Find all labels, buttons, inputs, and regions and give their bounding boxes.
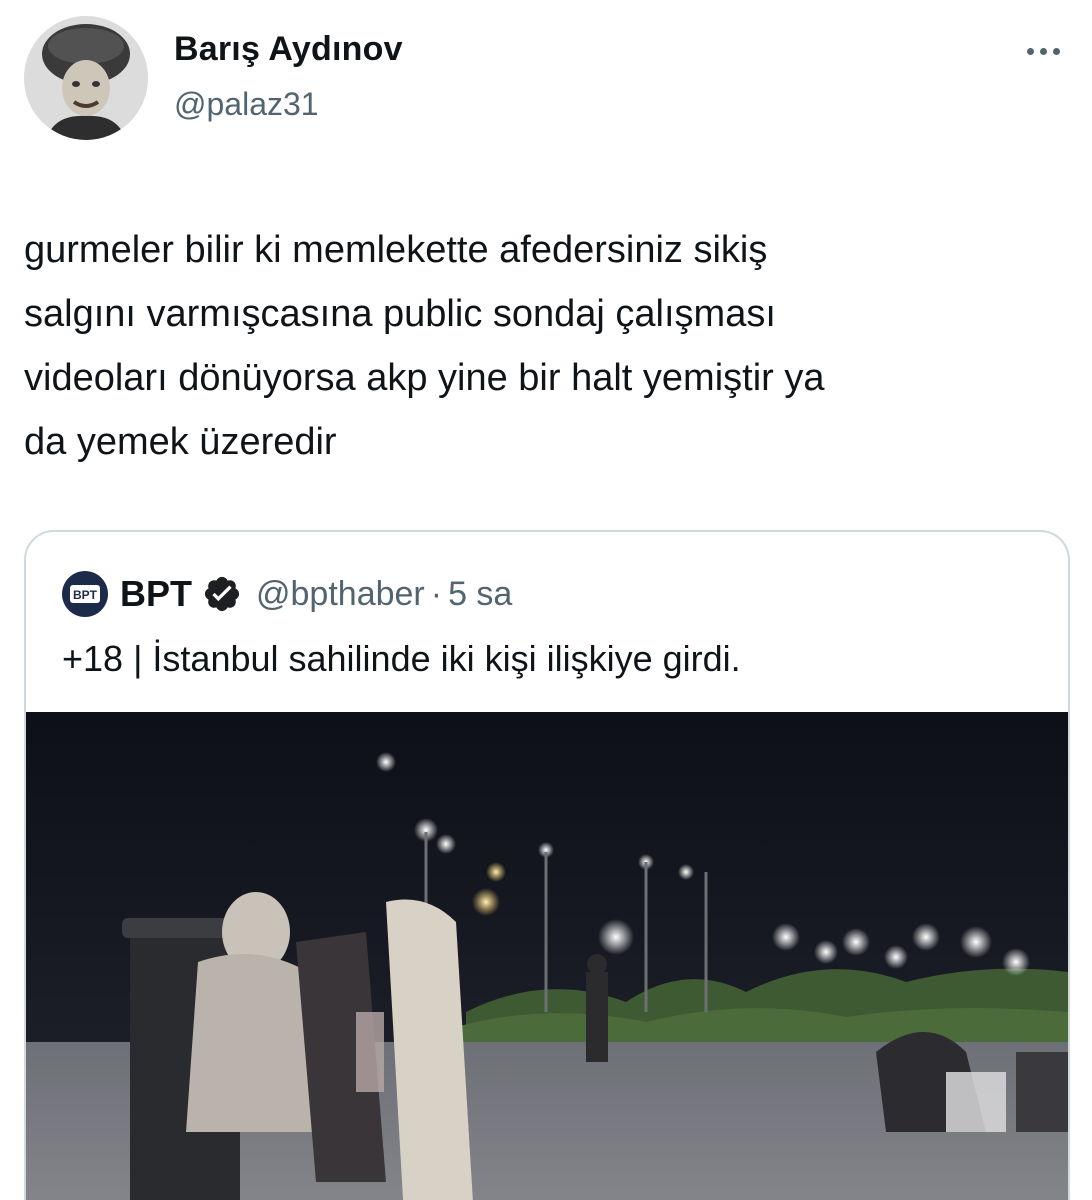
- bpt-logo-icon[interactable]: BPT: [62, 571, 108, 617]
- tweet-screenshot: Barış Aydınov @palaz31 gurmeler bilir ki…: [0, 0, 1092, 1200]
- separator-dot: ·: [430, 574, 443, 613]
- avatar-photo: [24, 16, 148, 140]
- tweet-text: gurmeler bilir ki memlekette afedersiniz…: [24, 229, 825, 463]
- quoted-tweet-text: +18 | İstanbul sahilinde iki kişi ilişki…: [62, 638, 741, 679]
- quoted-author-handle[interactable]: @bpthaber: [256, 575, 425, 614]
- author-avatar[interactable]: [24, 16, 148, 140]
- more-dot: [1026, 47, 1034, 55]
- quoted-author-name[interactable]: BPT: [120, 573, 192, 615]
- more-options-icon[interactable]: [1016, 36, 1070, 66]
- bpt-logo-text: BPT: [73, 588, 98, 602]
- quoted-tweet-header: BPT BPT @bpthaber · 5 sa: [62, 571, 512, 617]
- quoted-timestamp[interactable]: 5 sa: [448, 575, 512, 614]
- author-display-name[interactable]: Barış Aydınov: [174, 30, 403, 69]
- video-thumbnail[interactable]: [26, 712, 1068, 1200]
- more-dot: [1039, 47, 1047, 55]
- more-dot: [1052, 47, 1060, 55]
- author-handle[interactable]: @palaz31: [174, 86, 319, 123]
- night-beach-scene: [26, 712, 1068, 1200]
- verified-badge-icon: [202, 574, 242, 614]
- quoted-tweet[interactable]: BPT BPT @bpthaber · 5 sa +18 | İstanbul …: [24, 530, 1070, 1200]
